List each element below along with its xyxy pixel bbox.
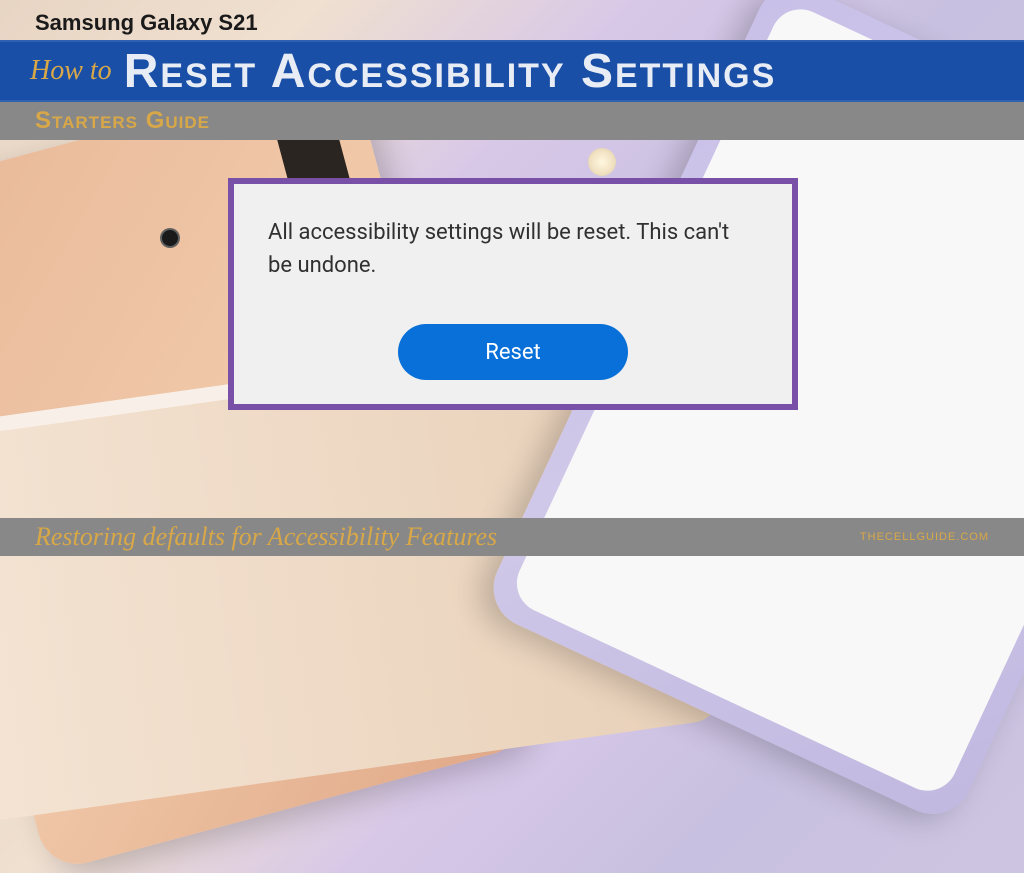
footer-caption: Restoring defaults for Accessibility Fea… [35, 522, 497, 552]
subtitle-text: Starters Guide [35, 107, 210, 135]
reset-button[interactable]: Reset [398, 324, 628, 380]
howto-prefix: How to [30, 55, 112, 87]
punch-hole-decor [160, 228, 180, 248]
camera-flash-decor [588, 148, 616, 176]
subtitle-banner: Starters Guide [0, 102, 1024, 140]
page-title: Reset Accessibility Settings [124, 44, 777, 99]
device-name-label: Samsung Galaxy S21 [35, 10, 258, 36]
reset-confirmation-dialog: All accessibility settings will be reset… [228, 178, 798, 410]
site-watermark: THECELLGUIDE.COM [860, 531, 989, 543]
dialog-message: All accessibility settings will be reset… [268, 216, 758, 282]
title-banner: How to Reset Accessibility Settings [0, 40, 1024, 102]
footer-banner: Restoring defaults for Accessibility Fea… [0, 518, 1024, 556]
